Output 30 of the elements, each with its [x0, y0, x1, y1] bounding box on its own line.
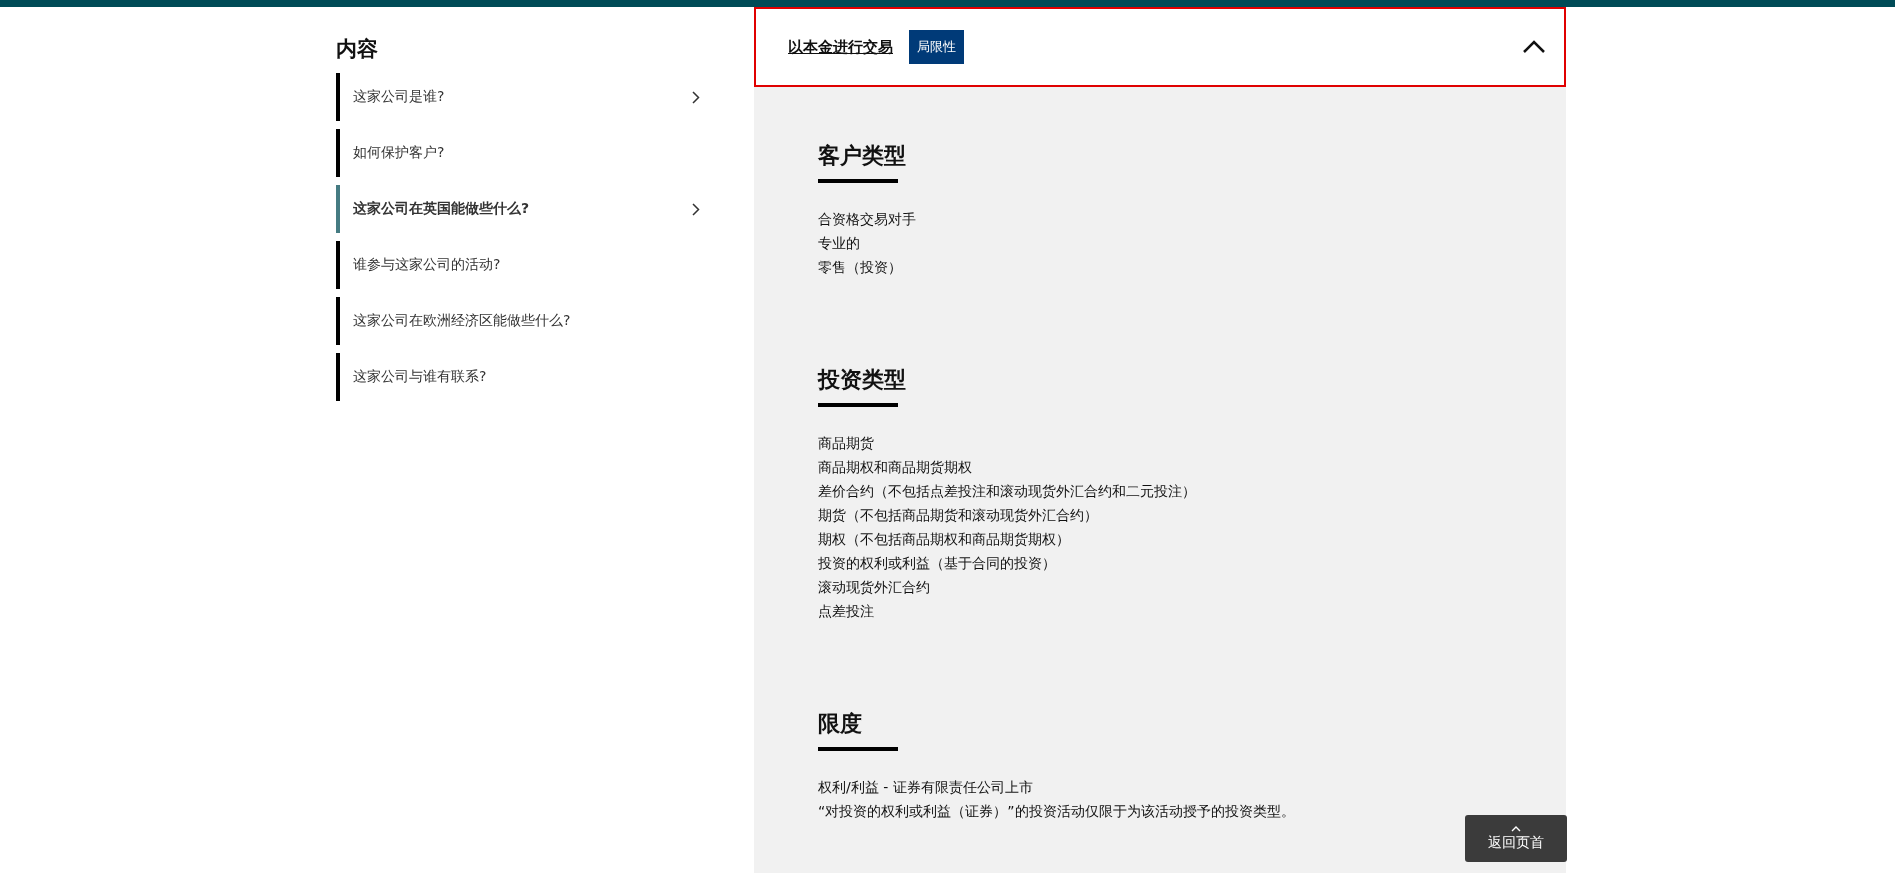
accordion-header[interactable]: 以本金进行交易 局限性: [754, 7, 1566, 87]
sidebar-item[interactable]: 这家公司在欧洲经济区能做些什么?: [336, 297, 716, 345]
sidebar-item[interactable]: 这家公司在英国能做些什么?: [336, 185, 716, 233]
list-line: 投资的权利或利益（基于合同的投资）: [818, 554, 1057, 573]
sidebar-item[interactable]: 这家公司是谁?: [336, 73, 716, 121]
back-to-top-label: 返回页首: [1488, 833, 1544, 852]
chevron-up-icon: [1511, 825, 1521, 832]
back-to-top-button[interactable]: 返回页首: [1465, 815, 1567, 862]
list-line: “对投资的权利或利益（证券）”的投资活动仅限于为该活动授予的投资类型。: [818, 802, 1296, 821]
list-line: 权利/利益 - 证券有限责任公司上市: [818, 778, 1034, 797]
list-line: 差价合约（不包括点差投注和滚动现货外汇合约和二元投注）: [818, 482, 1197, 501]
sidebar-item[interactable]: 这家公司与谁有联系?: [336, 353, 716, 401]
list-line: 期货（不包括商品期货和滚动现货外汇合约）: [818, 506, 1099, 525]
restriction-tag: 局限性: [909, 30, 964, 64]
accordion-title[interactable]: 以本金进行交易: [788, 37, 893, 57]
section-heading: 投资类型: [818, 366, 907, 394]
list-line: 商品期权和商品期货期权: [818, 458, 973, 477]
section-heading: 限度: [818, 710, 863, 738]
list-line: 滚动现货外汇合约: [818, 578, 931, 597]
list-line: 零售（投资）: [818, 258, 903, 277]
list-line: 合资格交易对手: [818, 210, 917, 229]
list-line: 专业的: [818, 234, 861, 253]
list-line: 商品期货: [818, 434, 875, 453]
sidebar-item[interactable]: 谁参与这家公司的活动?: [336, 241, 716, 289]
sidebar-title: 内容: [336, 36, 379, 63]
list-line: 期权（不包括商品期权和商品期货期权）: [818, 530, 1071, 549]
sidebar-item[interactable]: 如何保护客户?: [336, 129, 716, 177]
chevron-up-icon[interactable]: [1522, 40, 1546, 54]
list-line: 点差投注: [818, 602, 875, 621]
section-heading: 客户类型: [818, 142, 907, 170]
